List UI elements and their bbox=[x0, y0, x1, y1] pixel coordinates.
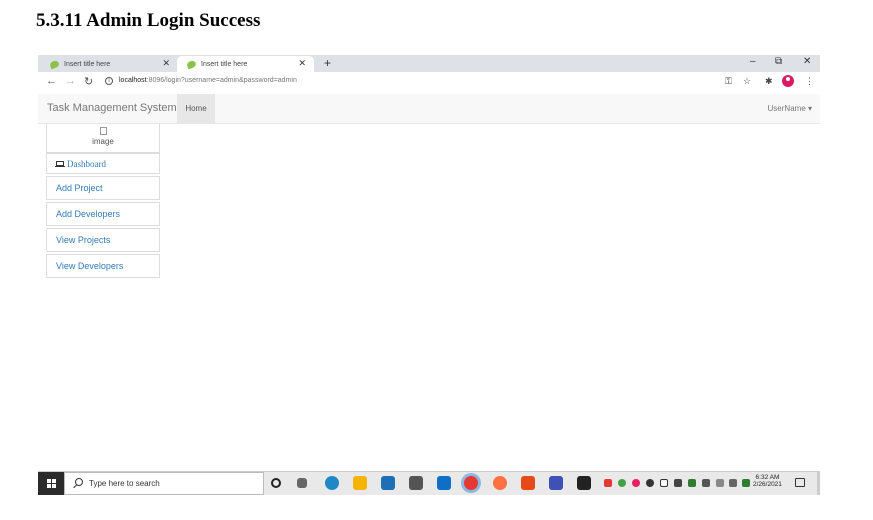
tray-app-pink-icon[interactable] bbox=[632, 479, 640, 487]
taskbar-clock[interactable]: 6:32 AM 2/26/2021 bbox=[753, 474, 782, 488]
star-icon[interactable]: ☆ bbox=[743, 76, 751, 87]
edge-icon[interactable] bbox=[325, 476, 339, 490]
task-view-icon[interactable] bbox=[297, 478, 307, 488]
search-icon bbox=[75, 478, 83, 486]
media-player-icon[interactable] bbox=[381, 476, 395, 490]
tray-app-shield-icon[interactable] bbox=[688, 479, 696, 487]
sidebar-item-view-projects[interactable]: View Projects bbox=[46, 228, 160, 252]
file-explorer-icon[interactable] bbox=[353, 476, 367, 490]
sidebar-item-add-project[interactable]: Add Project bbox=[46, 176, 160, 200]
user-menu-dropdown[interactable]: UserName ▾ bbox=[768, 104, 812, 113]
clock-time: 6:32 AM bbox=[755, 474, 780, 481]
volume-icon[interactable] bbox=[729, 479, 737, 487]
pdf-app-icon[interactable] bbox=[521, 476, 535, 490]
tab-title: Insert title here bbox=[64, 60, 111, 68]
browser-tab-2[interactable]: Insert title here ✕ bbox=[177, 56, 314, 72]
sidebar-item-label: View Developers bbox=[56, 261, 124, 271]
sidebar-item-add-developers[interactable]: Add Developers bbox=[46, 202, 160, 226]
windows-logo-icon bbox=[46, 479, 56, 488]
forward-arrow-icon[interactable]: → bbox=[65, 75, 76, 87]
kebab-menu-icon[interactable]: ⋮ bbox=[805, 76, 814, 87]
battery-icon[interactable] bbox=[660, 479, 668, 487]
windows-taskbar: Type here to search 6:32 AM 2/26/2021 bbox=[38, 471, 820, 495]
tab-title: Insert title here bbox=[201, 60, 248, 68]
sidebar: image Dashboard Add Project Add Develope… bbox=[46, 124, 160, 278]
mail-icon[interactable] bbox=[437, 476, 451, 490]
clock-date: 2/26/2021 bbox=[753, 481, 782, 488]
tray-app-dark-icon[interactable] bbox=[674, 479, 682, 487]
image-alt-text: image bbox=[92, 137, 114, 146]
profile-avatar-icon[interactable] bbox=[782, 75, 794, 87]
url-host: localhost bbox=[119, 77, 147, 84]
sidebar-image: image bbox=[46, 124, 160, 153]
tray-app-green-icon[interactable] bbox=[618, 479, 626, 487]
app-brand[interactable]: Task Management System bbox=[47, 102, 177, 114]
back-arrow-icon[interactable]: ← bbox=[46, 75, 57, 87]
sidebar-item-label: Dashboard bbox=[67, 158, 106, 169]
start-button[interactable] bbox=[38, 472, 64, 495]
wifi-icon[interactable] bbox=[716, 479, 724, 487]
cortana-icon[interactable] bbox=[271, 478, 281, 488]
close-window-button[interactable]: ✕ bbox=[803, 56, 811, 67]
tab-close-icon[interactable]: ✕ bbox=[162, 58, 170, 69]
tray-app-q-icon[interactable] bbox=[742, 479, 750, 487]
app-navbar: Task Management System Home UserName ▾ bbox=[38, 94, 820, 124]
reload-icon[interactable]: ↻ bbox=[84, 75, 93, 88]
url-path: :8096/login?username=admin&password=admi… bbox=[146, 77, 297, 84]
sidebar-item-label: Add Developers bbox=[56, 209, 121, 219]
taskbar-search-box[interactable]: Type here to search bbox=[64, 472, 264, 495]
store-icon[interactable] bbox=[409, 476, 423, 490]
browser-window: Insert title here ✕ Insert title here ✕ … bbox=[38, 55, 820, 468]
key-icon[interactable]: ⚿ bbox=[725, 76, 732, 87]
laptop-icon bbox=[55, 161, 65, 167]
firefox-icon[interactable] bbox=[493, 476, 507, 490]
document-heading: 5.3.11 Admin Login Success bbox=[36, 10, 261, 31]
sidebar-item-label: Add Project bbox=[56, 183, 103, 193]
sidebar-item-label: View Projects bbox=[56, 235, 111, 245]
leaf-favicon-icon bbox=[49, 59, 60, 69]
network-icon[interactable] bbox=[702, 479, 710, 487]
extensions-icon[interactable]: ✱ bbox=[765, 76, 773, 87]
sidebar-item-dashboard[interactable]: Dashboard bbox=[46, 153, 160, 174]
tray-app-red-icon[interactable] bbox=[604, 479, 612, 487]
chrome-icon[interactable] bbox=[464, 476, 478, 490]
show-desktop-button[interactable] bbox=[817, 472, 820, 495]
terminal-icon[interactable] bbox=[577, 476, 591, 490]
tab-strip: Insert title here ✕ Insert title here ✕ … bbox=[38, 55, 820, 72]
sidebar-item-view-developers[interactable]: View Developers bbox=[46, 254, 160, 278]
notifications-icon[interactable] bbox=[795, 478, 805, 487]
address-bar: ← → ↻ i localhost:8096/login?username=ad… bbox=[38, 72, 820, 92]
search-placeholder: Type here to search bbox=[89, 479, 160, 488]
broken-image-icon bbox=[99, 127, 107, 135]
site-info-icon[interactable]: i bbox=[105, 77, 113, 85]
word-icon[interactable] bbox=[549, 476, 563, 490]
maximize-button[interactable]: ⧉ bbox=[775, 56, 782, 67]
cloud-icon[interactable] bbox=[646, 479, 654, 487]
leaf-favicon-icon bbox=[186, 59, 197, 69]
browser-tab-1[interactable]: Insert title here ✕ bbox=[40, 56, 178, 72]
nav-home-link[interactable]: Home bbox=[177, 94, 215, 123]
minimize-button[interactable]: – bbox=[750, 56, 756, 67]
tab-close-icon[interactable]: ✕ bbox=[298, 58, 306, 69]
new-tab-button[interactable]: + bbox=[324, 56, 331, 70]
url-field[interactable]: localhost:8096/login?username=admin&pass… bbox=[119, 77, 297, 84]
